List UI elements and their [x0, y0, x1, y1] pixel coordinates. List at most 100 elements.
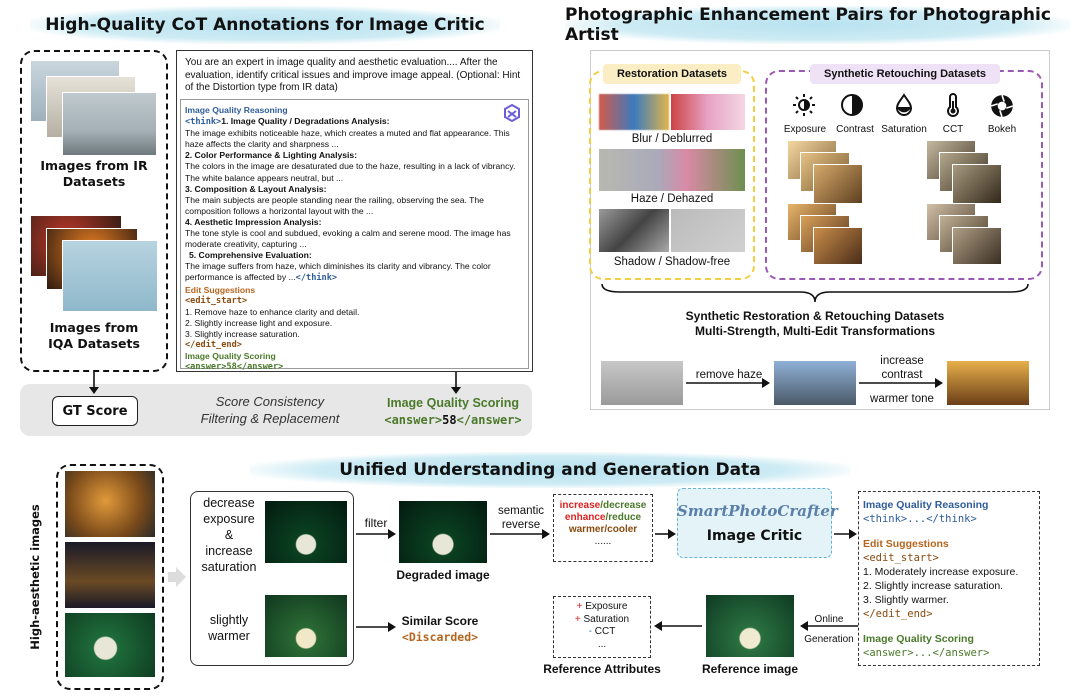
op-slightly-warmer: slightly warmer [208, 613, 250, 643]
out-score-header: Image Quality Scoring [863, 633, 974, 645]
edit-header: Edit Suggestions [185, 284, 256, 295]
scoring-label: Image Quality Scoring [387, 396, 519, 410]
attr-contrast: Contrast [836, 124, 874, 135]
out-edit-1: 1. Moderately increase exposure. [863, 566, 1019, 578]
ref-exposure: Exposure [585, 601, 628, 612]
rev-decrease: /decrease [600, 500, 647, 511]
pair-shadow-label: Shadow / Shadow-free [613, 256, 731, 268]
reverse-ops-list: increase/decrease enhance/reduce warmer/… [553, 500, 653, 548]
section-4-body: The tone style is cool and subdued, evok… [185, 228, 511, 250]
out-think: <think>...</think> [863, 513, 977, 525]
edit-item-1: 1. Remove haze to enhance clarity and de… [185, 306, 360, 317]
op-decrease-exposure: decrease exposure & increase saturation [201, 496, 257, 574]
iqa-datasets-label: Images from IQA Datasets [48, 320, 140, 351]
pipeline-hazy-image [600, 360, 684, 406]
ref-plus-icon-1: + [576, 601, 586, 612]
score-header: Image Quality Scoring [185, 351, 276, 362]
tiger-image [64, 470, 156, 538]
out-edit-header: Edit Suggestions [863, 538, 949, 550]
cot-section-title: High-Quality CoT Annotations for Image C… [30, 6, 500, 44]
reference-image-label: Reference image [701, 662, 799, 676]
restoration-title: Restoration Datasets [603, 64, 741, 84]
retouch-stack-3c [813, 227, 863, 265]
section-4-title: 4. Aesthetic Impression Analysis: [185, 216, 322, 227]
similar-score-label: Similar Score [401, 614, 479, 628]
attr-exposure: Exposure [783, 124, 827, 135]
section-1-body: The image exhibits noticeable haze, whic… [185, 128, 510, 150]
think-close-tag: </think> [295, 273, 338, 284]
pipeline-dehazed-image [773, 360, 857, 406]
unified-section-title: Unified Understanding and Generation Dat… [250, 452, 850, 488]
arrow-critic-out [834, 529, 857, 539]
answer-value: 58 [442, 413, 457, 427]
rev-dots: ...... [594, 536, 612, 547]
retouch-stack-4c [952, 227, 1002, 265]
enhancement-section-title: Photographic Enhancement Pairs for Photo… [565, 5, 1070, 45]
prompt-text: You are an expert in image quality and a… [185, 57, 521, 93]
section-1-title: 1. Image Quality / Degradations Analysis… [221, 116, 390, 127]
pipeline-final-image [946, 360, 1030, 406]
rev-increase: increase [559, 500, 601, 511]
fat-arrow-right [168, 567, 186, 587]
arrow-to-ref-attrs [654, 621, 702, 631]
scoring-answer: <answer>58</answer> [378, 413, 528, 427]
high-aesthetic-label: High-aesthetic images [28, 504, 42, 650]
group-brace [601, 283, 1029, 303]
smartphotocrafter-logo: SmartPhotoCrafter [677, 502, 838, 520]
ir-datasets-label: Images from IR Datasets [40, 158, 148, 189]
think-open-tag: <think> [185, 117, 222, 128]
edit-item-2: 2. Slightly increase light and exposure. [185, 317, 333, 328]
arrow-to-scoring [451, 372, 461, 394]
score-answer: <answer>58</answer> [185, 362, 284, 373]
step-warmer-tone: warmer tone [870, 393, 934, 405]
image-critic-box [677, 488, 832, 558]
ref-dots: ... [597, 638, 607, 650]
pair-blur-label: Blur / Deblurred [631, 133, 713, 145]
shadow-free-image [670, 208, 746, 253]
semantic-reverse-label: semantic reverse [497, 505, 545, 531]
answer-open-tag: <answer> [384, 413, 443, 427]
saturation-icon [895, 93, 913, 116]
out-answer: <answer>...</answer> [863, 647, 990, 659]
edit-item-3: 3. Slightly increase saturation. [185, 328, 300, 339]
section-3-body: The main subjects are people standing ne… [185, 194, 484, 216]
retouch-title: Synthetic Retouching Datasets [810, 64, 1000, 84]
degraded-label: Degraded image [396, 568, 490, 582]
section-3-title: 3. Composition & Layout Analysis: [185, 183, 327, 194]
ref-cct: CCT [594, 626, 616, 637]
discarded-label: <Discarded> [401, 630, 479, 644]
ir-image-3 [62, 92, 157, 156]
out-edit-2: 2. Slightly increase saturation. [863, 580, 1004, 592]
reasoning-content: Image Quality Reasoning <think>1. Image … [185, 105, 520, 373]
rev-reduce: /reduce [605, 512, 642, 523]
answer-close-tag: </answer> [456, 413, 522, 427]
section-2-body: The colors in the image are desaturated … [185, 161, 516, 183]
ref-plus-icon-2: + [574, 613, 584, 625]
step-increase-contrast: increase contrast [880, 355, 924, 381]
section-5-body: The image suffers from haze, which dimin… [185, 261, 491, 283]
attr-cct: CCT [942, 124, 964, 135]
filter-label: filter [364, 516, 388, 530]
pair-haze-label: Haze / Dehazed [630, 193, 714, 205]
section-2-title: 2. Color Performance & Lighting Analysis… [185, 150, 358, 161]
rev-enhance: enhance [564, 512, 606, 523]
arrow-to-critic [655, 529, 676, 539]
haze-image [598, 148, 746, 192]
online-generation-label: Online Generation [804, 614, 854, 645]
critic-output-content: Image Quality Reasoning <think>...</thin… [863, 498, 1039, 660]
cct-icon [947, 93, 959, 117]
reference-image [705, 594, 795, 658]
out-reasoning-header: Image Quality Reasoning [863, 499, 989, 511]
ref-saturation: Saturation [583, 613, 630, 625]
attr-saturation: Saturation [881, 124, 927, 135]
exposure-icon [793, 94, 815, 116]
reasoning-header: Image Quality Reasoning [185, 105, 288, 115]
iqa-image-3 [62, 240, 158, 312]
op1-result-image [264, 500, 348, 564]
synthetic-caption: Synthetic Restoration & Retouching Datas… [685, 309, 945, 338]
reference-attributes-label: Reference Attributes [543, 662, 661, 676]
deblurred-image [670, 93, 746, 131]
ref-attrs-list: + Exposure + Saturation - CCT ... [553, 601, 651, 651]
retouch-stack-2c [952, 164, 1002, 204]
gt-score-box: GT Score [52, 396, 138, 426]
